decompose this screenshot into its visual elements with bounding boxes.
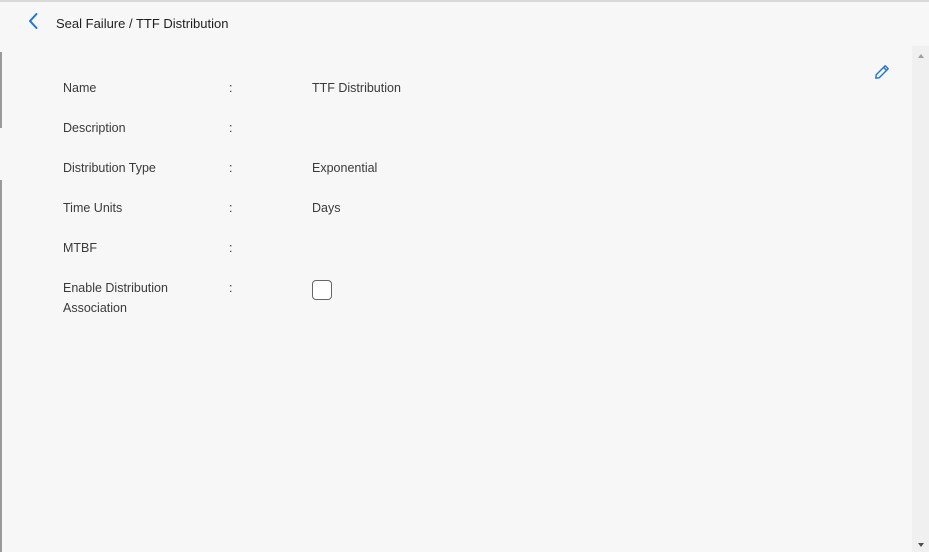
- field-label: Enable Distribution Association: [63, 281, 168, 315]
- name-value: TTF Distribution: [312, 81, 401, 95]
- details-panel: Name : TTF Distribution Description : Di…: [2, 46, 912, 552]
- distribution-type-value: Exponential: [312, 161, 378, 175]
- field-colon: :: [229, 81, 233, 95]
- triangle-down-icon: [917, 535, 925, 552]
- pencil-icon: [874, 64, 890, 85]
- field-colon: :: [229, 201, 233, 215]
- field-colon: :: [229, 161, 233, 175]
- field-label: MTBF: [63, 241, 98, 255]
- scroll-up-button[interactable]: [912, 46, 929, 63]
- field-colon: :: [229, 281, 233, 295]
- scroll-down-button[interactable]: [912, 535, 929, 552]
- edit-button[interactable]: [872, 64, 892, 84]
- field-label: Distribution Type: [63, 161, 156, 175]
- field-label: Description: [63, 121, 126, 135]
- enable-distribution-association-checkbox[interactable]: [312, 280, 332, 300]
- chevron-left-icon: [27, 12, 39, 35]
- field-label: Name: [63, 81, 97, 95]
- back-button[interactable]: [22, 12, 44, 34]
- field-label: Time Units: [63, 201, 123, 215]
- field-colon: :: [229, 241, 233, 255]
- page: Seal Failure / TTF Distribution Name : T…: [0, 0, 929, 552]
- triangle-up-icon: [917, 46, 925, 64]
- field-colon: :: [229, 121, 233, 135]
- header: Seal Failure / TTF Distribution: [0, 2, 929, 46]
- page-title: Seal Failure / TTF Distribution: [56, 16, 229, 31]
- vertical-scrollbar[interactable]: [912, 46, 929, 552]
- time-units-value: Days: [312, 201, 341, 215]
